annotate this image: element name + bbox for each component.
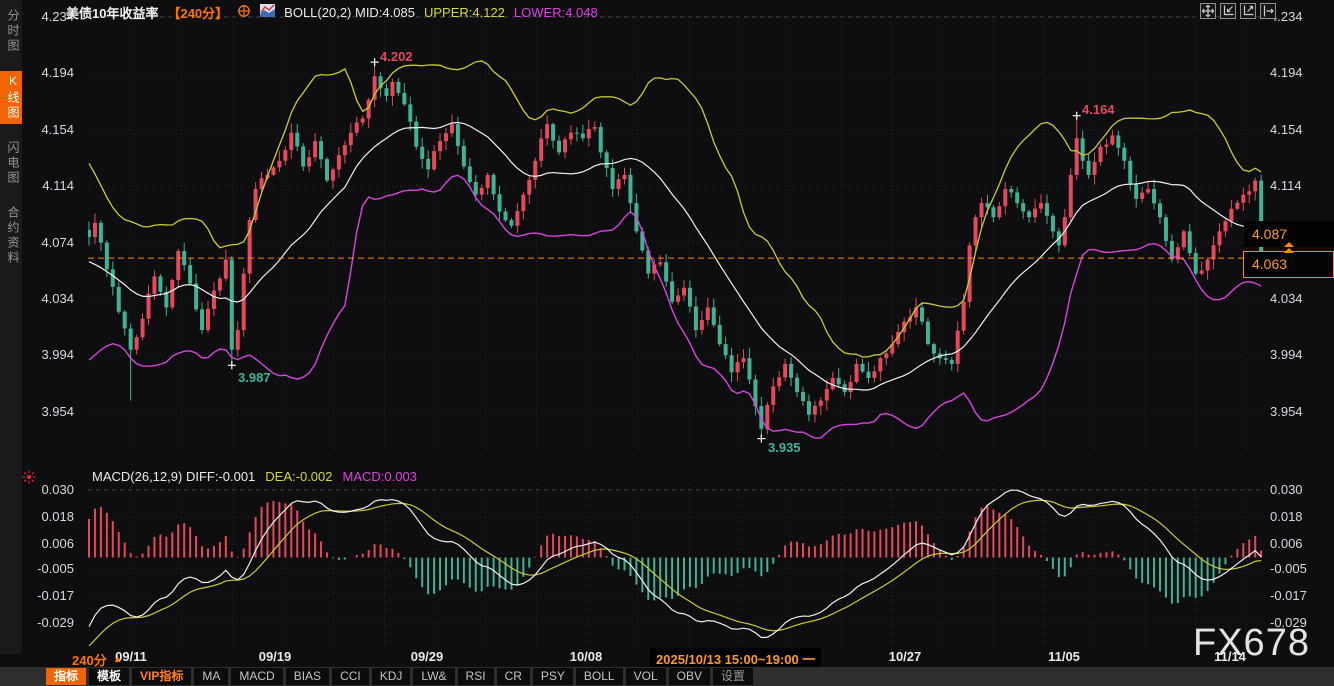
low-annotation: 3.987 <box>238 370 271 385</box>
toolbar-item-bias[interactable]: BIAS <box>286 668 329 685</box>
price-tick-label: 4.114 <box>1270 178 1330 193</box>
boll-lower-value: LOWER:4.048 <box>514 5 598 20</box>
price-tick-label: 4.154 <box>14 122 74 137</box>
macd-tick-label: 0.006 <box>14 536 74 551</box>
sidebar-tab-timeline[interactable]: 分时图 <box>0 6 22 57</box>
macd-tick-label: -0.017 <box>14 588 74 603</box>
macd-dea-value: DEA:-0.002 <box>265 469 332 484</box>
last-price-tag: 4.063 <box>1243 251 1334 278</box>
period-label[interactable]: 【240分】 <box>167 3 228 22</box>
toolbar-item-obv[interactable]: OBV <box>669 668 710 685</box>
toolbar-item-settings[interactable]: 设置 <box>713 668 753 685</box>
low-annotation: 3.935 <box>768 440 801 455</box>
x-date-label: 09/19 <box>259 649 292 664</box>
x-axis: 09/11 09/19 09/29 10/08 10/27 11/05 11/1… <box>0 648 1334 666</box>
macd-tick-label: -0.005 <box>14 561 74 576</box>
price-tick-label: 4.114 <box>14 178 74 193</box>
toolbar-item-vip[interactable]: VIP指标 <box>132 668 191 685</box>
boll-upper-value: UPPER:4.122 <box>424 5 505 20</box>
price-tick-label: 3.994 <box>1270 347 1330 362</box>
mini-chart-icon[interactable] <box>260 4 275 20</box>
sidebar-tab-flash[interactable]: 闪电图 <box>0 138 22 189</box>
indicator-toolbar: 指标 模板 VIP指标 MA MACD BIAS CCI KDJ LW& RSI… <box>0 667 1334 686</box>
chart-tool-buttons <box>1200 3 1276 19</box>
macd-name-diff: MACD(26,12,9) DIFF:-0.001 <box>92 469 255 484</box>
macd-tick-label: -0.029 <box>14 615 74 630</box>
toolbar-item-indicator[interactable]: 指标 <box>46 668 86 685</box>
crosshair-date-label: 2025/10/13 15:00~19:00 一 <box>650 648 821 669</box>
axis-pan-right-icon[interactable] <box>1260 3 1276 19</box>
macd-tick-label: 0.018 <box>14 509 74 524</box>
chart-header: 美债10年收益率 【240分】 BOLL(20,2) MID:4.085 UPP… <box>66 4 598 20</box>
toolbar-item-cci[interactable]: CCI <box>332 668 369 685</box>
chart-application: 分时图 K线图 闪电图 合约资料 美债10年收益率 【240分】 BOLL(20… <box>0 0 1334 686</box>
toolbar-item-boll[interactable]: BOLL <box>576 668 623 685</box>
toolbar-item-lw[interactable]: LW& <box>413 668 454 685</box>
price-tick-label: 3.954 <box>14 404 74 419</box>
crosshair-toggle-icon[interactable] <box>237 4 251 21</box>
macd-header: MACD(26,12,9) DIFF:-0.001 DEA:-0.002 MAC… <box>92 469 417 484</box>
sidebar-tab-kline[interactable]: K线图 <box>0 71 22 124</box>
toolbar-item-cr[interactable]: CR <box>497 668 530 685</box>
price-tick-label: 4.194 <box>1270 65 1330 80</box>
macd-bar-value: MACD:0.003 <box>343 469 417 484</box>
sidebar-tab-contract-info[interactable]: 合约资料 <box>0 203 22 269</box>
toolbar-item-kdj[interactable]: KDJ <box>372 668 411 685</box>
x-date-label: 11/05 <box>1048 649 1080 664</box>
price-tick-label: 3.994 <box>14 347 74 362</box>
x-date-label: 10/27 <box>889 649 922 664</box>
boll-mid-value: BOLL(20,2) MID:4.085 <box>284 5 415 20</box>
axis-zoom-in-icon[interactable] <box>1220 3 1236 19</box>
price-tick-label: 4.194 <box>14 65 74 80</box>
price-tick-label: 3.954 <box>1270 404 1330 419</box>
price-tick-label: 4.034 <box>1270 291 1330 306</box>
chevron-up-icon: ▲ <box>113 654 123 665</box>
toolbar-item-vol[interactable]: VOL <box>626 668 666 685</box>
toolbar-item-macd[interactable]: MACD <box>231 668 282 685</box>
x-date-label: 11/14 <box>1214 649 1246 664</box>
price-tick-label: 4.034 <box>14 291 74 306</box>
high-annotation: 4.164 <box>1082 102 1115 117</box>
toolbar-item-rsi[interactable]: RSI <box>458 668 494 685</box>
macd-tick-label: 0.018 <box>1270 509 1330 524</box>
high-annotation: 4.202 <box>380 49 413 64</box>
x-date-label: 10/08 <box>570 649 603 664</box>
extreme-markers <box>228 58 1081 442</box>
chart-move-icon[interactable] <box>1200 3 1216 19</box>
x-date-label: 09/29 <box>411 649 444 664</box>
macd-tick-label: -0.005 <box>1270 561 1330 576</box>
price-alert-icon[interactable] <box>1284 242 1296 254</box>
indicator-settings-icon[interactable] <box>22 470 36 489</box>
macd-tick-label: 0.006 <box>1270 536 1330 551</box>
price-tick-label: 4.074 <box>14 235 74 250</box>
axis-zoom-out-icon[interactable] <box>1240 3 1256 19</box>
price-tick-label: 4.154 <box>1270 122 1330 137</box>
price-tick-label: 4.234 <box>1270 9 1330 24</box>
instrument-title: 美债10年收益率 <box>66 3 158 22</box>
macd-tick-label: 0.030 <box>1270 482 1330 497</box>
sidebar: 分时图 K线图 闪电图 合约资料 <box>0 0 22 654</box>
toolbar-item-psy[interactable]: PSY <box>533 668 573 685</box>
macd-tick-label: -0.017 <box>1270 588 1330 603</box>
toolbar-item-ma[interactable]: MA <box>194 668 228 685</box>
toolbar-item-template[interactable]: 模板 <box>89 668 129 685</box>
price-tick-label: 4.234 <box>14 9 74 24</box>
